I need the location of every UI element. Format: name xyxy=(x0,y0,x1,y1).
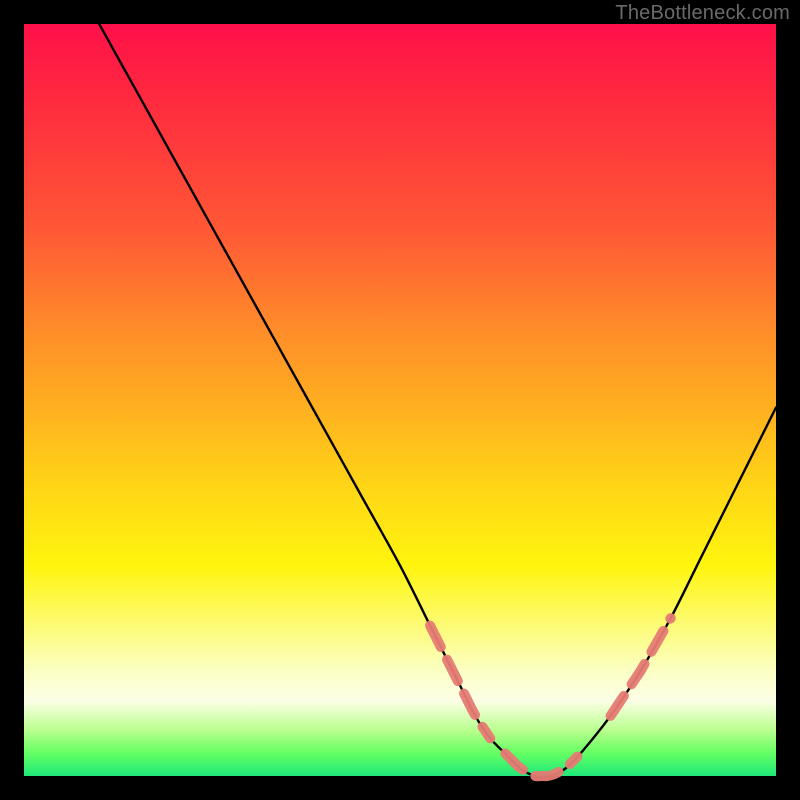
bottleneck-curve xyxy=(99,24,776,777)
curve-group xyxy=(99,24,776,777)
chart-svg xyxy=(24,24,776,776)
highlight-segment-1 xyxy=(505,753,577,776)
outer-frame: TheBottleneck.com xyxy=(0,0,800,800)
highlight-segment-2 xyxy=(611,618,671,716)
watermark-text: TheBottleneck.com xyxy=(615,2,790,25)
plot-area xyxy=(24,24,776,776)
highlight-segment-0 xyxy=(430,626,490,739)
dash-group xyxy=(430,618,671,776)
